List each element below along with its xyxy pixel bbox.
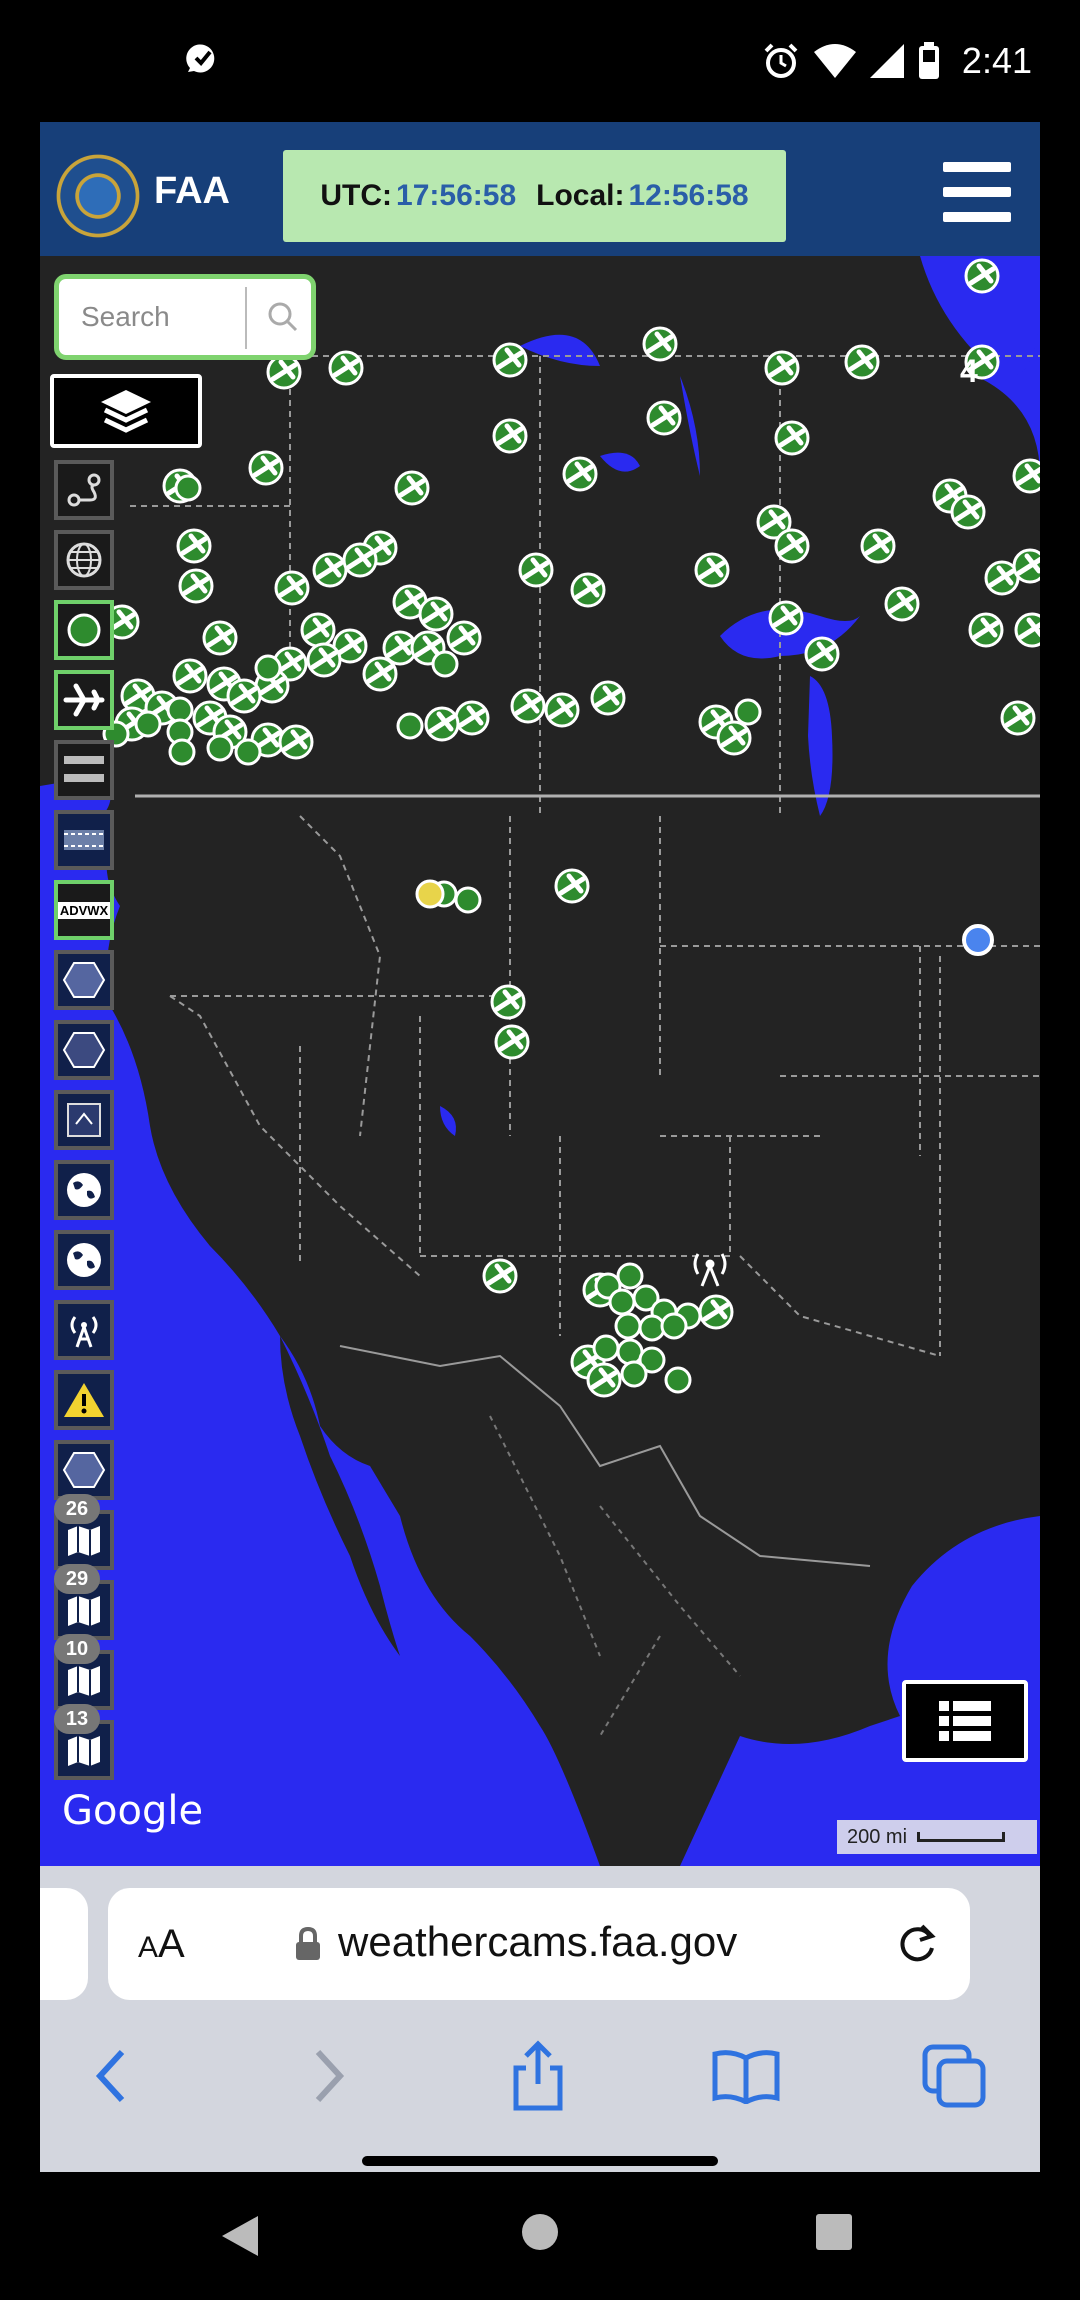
- alarm-icon: [764, 43, 798, 78]
- battery-icon: [918, 42, 939, 79]
- local-label: Local:: [536, 179, 625, 212]
- globe-layer-button-2[interactable]: [54, 1230, 114, 1290]
- notification-icon: [186, 44, 215, 73]
- hexagon-layer-button-2[interactable]: [54, 1020, 114, 1080]
- region-number-label: 4: [960, 353, 978, 389]
- weather-station-yellow-marker[interactable]: [415, 879, 445, 909]
- radio-tower-marker[interactable]: [693, 1253, 727, 1287]
- map-scale: 200 mi: [837, 1820, 1037, 1854]
- utc-label: UTC:: [320, 179, 393, 212]
- map-fold-icon: [68, 1666, 100, 1696]
- airplane-icon: [63, 683, 105, 717]
- hexagon-outline-icon: [62, 1032, 106, 1068]
- earth-icon: [67, 1243, 101, 1277]
- hexagon-layer-button-1[interactable]: [54, 950, 114, 1010]
- map-fold-icon: [68, 1526, 100, 1556]
- local-time: 12:56:58: [628, 179, 749, 212]
- metar-layer-button[interactable]: [54, 810, 114, 870]
- globe-layer-button-1[interactable]: [54, 1160, 114, 1220]
- hexagon-icon: [62, 962, 106, 998]
- google-attribution[interactable]: Google: [62, 1788, 203, 1834]
- map-search-field[interactable]: Search: [54, 274, 316, 360]
- map-fold-icon: [68, 1736, 100, 1766]
- route-icon: [67, 473, 101, 507]
- airports-toggle[interactable]: [54, 670, 114, 730]
- back-triangle-icon[interactable]: [218, 2212, 262, 2260]
- scale-bar: [917, 1832, 1006, 1842]
- address-bar[interactable]: AA weathercams.faa.gov: [108, 1888, 970, 2000]
- system-nav-bar: [0, 2172, 1080, 2300]
- tabs-button[interactable]: [918, 2040, 990, 2112]
- tabs-icon: [922, 2044, 986, 2108]
- count-badge: 29: [54, 1564, 100, 1594]
- runway-layer-button[interactable]: [54, 740, 114, 800]
- warning-icon: [64, 1383, 104, 1417]
- list-view-button[interactable]: [902, 1680, 1028, 1762]
- blue-location-dot[interactable]: [962, 924, 994, 956]
- faa-seal-logo[interactable]: [54, 152, 142, 240]
- previous-tab-preview[interactable]: [40, 1888, 88, 2000]
- hexagon-icon: [62, 1452, 106, 1488]
- browser-viewport: FAA UTC: 17:56:58 Local: 12:56:58 4 Sear…: [40, 122, 1040, 2172]
- chevron-right-icon: [315, 2049, 345, 2103]
- globe-grid-button[interactable]: [54, 530, 114, 590]
- route-tool-button[interactable]: [54, 460, 114, 520]
- map-area[interactable]: 4 Search ADVWX 26 29 10 13 Google 200 mi: [40, 256, 1040, 1866]
- count-badge: 13: [54, 1704, 100, 1734]
- faa-header: FAA UTC: 17:56:58 Local: 12:56:58: [40, 122, 1040, 256]
- time-display: UTC: 17:56:58 Local: 12:56:58: [283, 150, 786, 242]
- green-dot-icon: [67, 613, 101, 647]
- map-fold-icon: [68, 1596, 100, 1626]
- camera-markers-layer: 4: [102, 256, 1040, 1866]
- count-badge: 26: [54, 1494, 100, 1524]
- cell-signal-icon: [869, 44, 904, 78]
- radio-tower-icon: [70, 1316, 98, 1348]
- radio-tower-layer-button[interactable]: [54, 1300, 114, 1360]
- lock-icon: [296, 1926, 320, 1960]
- share-button[interactable]: [502, 2040, 574, 2112]
- text-size-button[interactable]: AA: [138, 1922, 185, 1967]
- wifi-icon: [813, 44, 856, 78]
- list-icon: [939, 1701, 991, 1741]
- hexagon-layer-button-3[interactable]: [54, 1440, 114, 1500]
- status-bar: 2:41: [0, 0, 1080, 120]
- app-name[interactable]: FAA: [154, 170, 230, 213]
- hamburger-menu-button[interactable]: [943, 158, 1011, 226]
- count-badge: 10: [54, 1634, 100, 1664]
- advwx-label: ADVWX: [57, 901, 111, 919]
- book-icon: [712, 2050, 780, 2104]
- filmstrip-icon: [64, 830, 104, 850]
- browser-nav-row: [40, 2030, 1040, 2120]
- clock-time: 2:41: [961, 40, 1032, 81]
- search-icon[interactable]: [263, 297, 303, 337]
- recents-square-icon[interactable]: [814, 2212, 854, 2252]
- scale-label: 200 mi: [847, 1825, 908, 1848]
- globe-icon: [66, 542, 102, 578]
- runway-icon: [64, 756, 104, 782]
- chevron-left-icon: [95, 2049, 125, 2103]
- browser-toolbar: AA weathercams.faa.gov: [40, 1866, 1040, 2172]
- warning-layer-button[interactable]: [54, 1370, 114, 1430]
- back-button[interactable]: [76, 2040, 148, 2112]
- bookmarks-button[interactable]: [710, 2040, 782, 2112]
- url-text[interactable]: weathercams.faa.gov: [338, 1918, 737, 1966]
- camera-marker[interactable]: [106, 260, 1040, 1396]
- search-input[interactable]: Search: [81, 301, 170, 333]
- chevron-up-icon: [67, 1103, 101, 1137]
- utc-time: 17:56:58: [396, 179, 517, 212]
- home-indicator: [362, 2156, 718, 2166]
- camera-sites-toggle[interactable]: [54, 600, 114, 660]
- earth-icon: [67, 1173, 101, 1207]
- terrain-layer-button[interactable]: [54, 1090, 114, 1150]
- layers-button[interactable]: [50, 374, 202, 448]
- advwx-layer-button[interactable]: ADVWX: [54, 880, 114, 940]
- layers-icon: [101, 390, 151, 433]
- share-icon: [513, 2040, 563, 2111]
- reload-icon[interactable]: [892, 1918, 942, 1968]
- home-circle-icon[interactable]: [520, 2212, 560, 2252]
- forward-button[interactable]: [292, 2040, 364, 2112]
